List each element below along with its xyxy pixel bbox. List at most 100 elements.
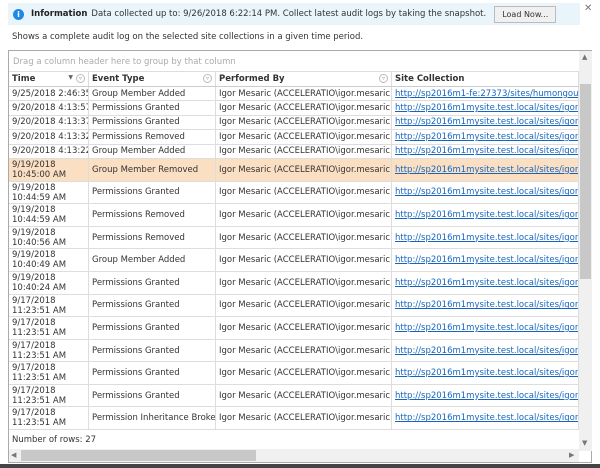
column-header-event-type[interactable]: Event Type ▿: [89, 72, 216, 86]
table-row[interactable]: 9/19/2018 10:40:24 AM Permissions Granted…: [9, 271, 579, 295]
table-row[interactable]: 9/20/2018 4:13:57 PMPermissions Granted I…: [9, 101, 579, 116]
performed-by-cell-text: Igor Mesaric (ACCELERATIO\igor.mesaric): [219, 164, 392, 175]
performed-by-cell: Igor Mesaric (ACCELERATIO\igor.mesaric): [216, 204, 392, 226]
scroll-down-icon[interactable]: ▼: [582, 439, 587, 447]
event-type-cell-text: Permissions Granted: [92, 300, 180, 311]
table-row[interactable]: 9/17/2018 11:23:51 AM Permissions Granted…: [9, 384, 579, 408]
time-cell-text: 9/20/2018 4:13:57 PM: [12, 103, 89, 114]
vertical-scrollbar[interactable]: ▲ ▼: [579, 51, 592, 451]
table-row[interactable]: 9/17/2018 11:23:51 AM Permission Inherita…: [9, 407, 579, 431]
table-row[interactable]: 9/17/2018 11:23:51 AM Permissions Granted…: [9, 317, 579, 340]
event-type-cell: Permissions Granted: [89, 317, 216, 339]
filter-icon[interactable]: ▿: [379, 74, 388, 83]
event-type-cell-text: Permissions Granted: [92, 345, 180, 356]
site-link[interactable]: http://sp2016m1mysite.test.local/sites/i…: [395, 391, 578, 401]
table-row[interactable]: 9/17/2018 11:23:51 AM Permissions Granted…: [9, 339, 579, 363]
site-collection-cell[interactable]: http://sp2016m1mysite.test.local/sites/i…: [392, 115, 579, 130]
site-link[interactable]: http://sp2016m1mysite.test.local/sites/i…: [395, 346, 578, 356]
scroll-thumb[interactable]: [580, 84, 591, 279]
site-link[interactable]: http://sp2016m1mysite.test.local/sites/i…: [395, 300, 578, 310]
table-row[interactable]: 9/17/2018 11:23:51 AM Permissions Granted…: [9, 362, 579, 385]
site-link[interactable]: http://sp2016m1mysite.test.local/sites/i…: [395, 210, 578, 220]
grid-rows: 9/25/2018 2:46:35 PMGroup Member AddedIg…: [9, 87, 591, 431]
site-link[interactable]: http://sp2016m1mysite.test.local/sites/i…: [395, 165, 578, 175]
event-type-cell: Group Member Added: [89, 87, 216, 101]
time-cell-text: 9/19/2018 10:40:24 AM: [12, 272, 67, 293]
table-row[interactable]: 9/17/2018 11:23:51 AM Permissions Granted…: [9, 294, 579, 318]
time-cell-text: 9/17/2018 11:23:51 AM: [12, 295, 67, 316]
time-cell-text: 9/19/2018 10:40:49 AM: [12, 250, 67, 271]
performed-by-cell: Igor Mesaric (ACCELERATIO\igor.mesaric): [216, 226, 392, 249]
performed-by-cell-text: Igor Mesaric (ACCELERATIO\igor.mesaric): [219, 117, 392, 128]
time-cell: 9/17/2018 11:23:51 AM: [9, 384, 89, 407]
table-row[interactable]: 9/19/2018 10:44:59 AM Permissions Removed…: [9, 204, 579, 227]
site-link[interactable]: http://sp2016m1mysite.test.local/sites/i…: [395, 187, 578, 197]
site-link[interactable]: http://sp2016m1-fe:27373/sites/humongous…: [395, 89, 578, 99]
time-cell-text: 9/17/2018 11:23:51 AM: [12, 363, 67, 384]
event-type-cell: Permissions Granted: [89, 271, 216, 294]
performed-by-cell-text: Igor Mesaric (ACCELERATIO\igor.mesaric): [219, 131, 392, 142]
site-collection-cell[interactable]: http://sp2016m1mysite.test.local/sites/i…: [392, 339, 579, 362]
site-link[interactable]: http://sp2016m1mysite.test.local/sites/i…: [395, 117, 578, 127]
close-icon[interactable]: ✕: [584, 3, 592, 14]
table-row[interactable]: 9/19/2018 10:40:56 AM Permissions Removed…: [9, 226, 579, 250]
time-cell-text: 9/20/2018 4:13:32 PM: [12, 131, 89, 142]
site-collection-cell[interactable]: http://sp2016m1mysite.test.local/sites/i…: [392, 130, 579, 144]
table-row[interactable]: 9/19/2018 10:40:49 AM Group Member Added I…: [9, 249, 579, 272]
time-cell: 9/20/2018 4:13:22 PM: [9, 144, 89, 158]
horizontal-scrollbar[interactable]: ◀ ▶: [9, 449, 579, 462]
site-link[interactable]: http://sp2016m1mysite.test.local/sites/i…: [395, 413, 578, 423]
performed-by-cell: Igor Mesaric (ACCELERATIO\igor.mesaric): [216, 339, 392, 362]
site-collection-cell[interactable]: http://sp2016m1mysite.test.local/sites/i…: [392, 158, 579, 181]
filter-icon[interactable]: ▿: [203, 74, 212, 83]
scroll-thumb[interactable]: [21, 450, 256, 461]
site-collection-cell[interactable]: http://sp2016m1mysite.test.local/sites/i…: [392, 181, 579, 204]
site-collection-cell[interactable]: http://sp2016m1mysite.test.local/sites/i…: [392, 204, 579, 226]
load-now-button[interactable]: Load Now...: [494, 5, 557, 23]
site-link[interactable]: http://sp2016m1mysite.test.local/sites/i…: [395, 368, 578, 378]
site-collection-cell[interactable]: http://sp2016m1mysite.test.local/sites/i…: [392, 101, 579, 115]
site-link[interactable]: http://sp2016m1mysite.test.local/sites/i…: [395, 255, 578, 265]
table-row[interactable]: 9/19/2018 10:44:59 AM Permissions Granted…: [9, 181, 579, 205]
site-collection-cell[interactable]: http://sp2016m1-fe:27373/sites/humongous…: [392, 87, 579, 101]
scroll-left-icon[interactable]: ◀: [11, 451, 16, 459]
column-label: Performed By: [219, 74, 285, 84]
column-header-site-collection[interactable]: Site Collection: [392, 72, 579, 86]
site-link[interactable]: http://sp2016m1mysite.test.local/sites/i…: [395, 103, 578, 113]
scroll-up-icon[interactable]: ▲: [582, 53, 587, 61]
column-header-performed-by[interactable]: Performed By ▿: [216, 72, 392, 86]
table-row[interactable]: 9/25/2018 2:46:35 PMGroup Member Added Ig…: [9, 87, 579, 102]
event-type-cell-text: Group Member Added: [92, 88, 186, 99]
table-row[interactable]: 9/20/2018 4:13:37 PMPermissions Granted I…: [9, 115, 579, 131]
site-link[interactable]: http://sp2016m1mysite.test.local/sites/i…: [395, 146, 578, 156]
site-collection-cell[interactable]: http://sp2016m1mysite.test.local/sites/i…: [392, 384, 579, 407]
site-collection-cell[interactable]: http://sp2016m1mysite.test.local/sites/i…: [392, 271, 579, 294]
performed-by-cell: Igor Mesaric (ACCELERATIO\igor.mesaric): [216, 249, 392, 271]
performed-by-cell-text: Igor Mesaric (ACCELERATIO\igor.mesaric): [219, 390, 392, 401]
table-row[interactable]: 9/20/2018 4:13:32 PMPermissions Removed I…: [9, 130, 579, 145]
site-collection-cell[interactable]: http://sp2016m1mysite.test.local/sites/i…: [392, 362, 579, 384]
time-cell: 9/19/2018 10:45:00 AM: [9, 158, 89, 181]
site-link[interactable]: http://sp2016m1mysite.test.local/sites/i…: [395, 132, 578, 142]
time-cell: 9/19/2018 10:40:56 AM: [9, 226, 89, 249]
table-row[interactable]: 9/20/2018 4:13:22 PMGroup Member Added Ig…: [9, 144, 579, 159]
bottom-bar: [0, 464, 600, 468]
site-collection-cell[interactable]: http://sp2016m1mysite.test.local/sites/i…: [392, 294, 579, 317]
site-collection-cell[interactable]: http://sp2016m1mysite.test.local/sites/i…: [392, 317, 579, 339]
site-collection-cell[interactable]: http://sp2016m1mysite.test.local/sites/i…: [392, 407, 579, 430]
site-collection-cell[interactable]: http://sp2016m1mysite.test.local/sites/i…: [392, 226, 579, 249]
performed-by-cell: Igor Mesaric (ACCELERATIO\igor.mesaric): [216, 144, 392, 158]
filter-icon[interactable]: ▿: [76, 74, 85, 83]
site-link[interactable]: http://sp2016m1mysite.test.local/sites/i…: [395, 323, 578, 333]
time-cell: 9/17/2018 11:23:51 AM: [9, 362, 89, 384]
event-type-cell: Permissions Removed: [89, 130, 216, 144]
column-header-time[interactable]: Time ▼ ▿: [9, 72, 89, 86]
site-link[interactable]: http://sp2016m1mysite.test.local/sites/i…: [395, 233, 578, 243]
table-row[interactable]: 9/19/2018 10:45:00 AM Group Member Remove…: [9, 158, 579, 182]
site-collection-cell[interactable]: http://sp2016m1mysite.test.local/sites/i…: [392, 249, 579, 271]
performed-by-cell: Igor Mesaric (ACCELERATIO\igor.mesaric): [216, 384, 392, 407]
group-panel[interactable]: Drag a column header here to group by th…: [9, 51, 579, 72]
site-link[interactable]: http://sp2016m1mysite.test.local/sites/i…: [395, 278, 578, 288]
scroll-right-icon[interactable]: ▶: [569, 451, 574, 459]
site-collection-cell[interactable]: http://sp2016m1mysite.test.local/sites/i…: [392, 144, 579, 158]
